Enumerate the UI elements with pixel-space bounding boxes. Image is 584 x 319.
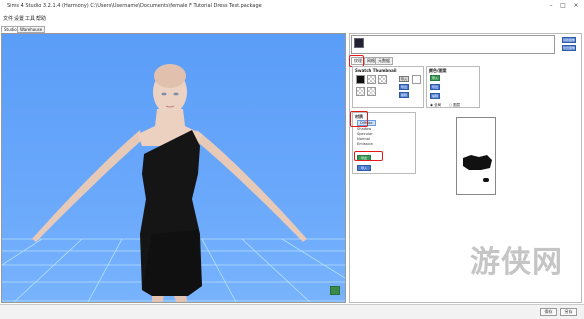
minimize-icon[interactable]: – [546, 1, 556, 10]
variant-edit-button[interactable]: 编辑 [430, 93, 440, 99]
highlight-materials-title [350, 111, 368, 127]
maximize-icon[interactable]: □ [558, 1, 568, 10]
swatch-transparent-2[interactable] [378, 75, 387, 84]
thumbnail-preview [351, 35, 555, 54]
replace-image-button[interactable]: 替换图像 [562, 37, 576, 43]
status-bar: 保存 另存 [0, 304, 584, 319]
swatch-export-button[interactable]: 导出 [399, 84, 409, 90]
menu-help[interactable]: 帮助 [36, 15, 46, 22]
close-icon[interactable]: × [571, 1, 581, 10]
tab-warehouse[interactable]: Warehouse [17, 26, 46, 33]
swatch-transparent-3[interactable] [356, 87, 365, 96]
highlight-export-button [354, 151, 383, 161]
thumbnail-image [354, 38, 364, 48]
window-title: Sims 4 Studio 3.2.1.4 (Harmony) C:\Users… [7, 3, 262, 9]
menu-bar: 文件 设置 工具 帮助 [0, 14, 584, 22]
title-bar: Sims 4 Studio 3.2.1.4 (Harmony) C:\Users… [0, 0, 584, 12]
material-normal[interactable]: Normal [357, 137, 370, 141]
variant-title: 颜色/图案 [429, 68, 447, 73]
viewport-toggle-button[interactable] [330, 286, 340, 295]
export-image-button[interactable]: 导出图像 [562, 45, 576, 51]
swatch-black[interactable] [356, 75, 365, 84]
material-specular[interactable]: Specular [357, 132, 373, 136]
radio-global[interactable]: ◉ 全局 [430, 103, 441, 108]
watermark-logo: 游侠网 [470, 245, 563, 280]
swatch-edit-button[interactable]: 编辑 [399, 92, 409, 98]
variant-group: 颜色/图案 导入 导出 编辑 ◉ 全局 ○ 图层 [426, 66, 480, 108]
swatch-thumbnail-group: Swatch Thumbnail 导入 导出 编辑 [352, 66, 424, 108]
main-tabs: Studio Warehouse [0, 26, 345, 33]
swatch-white[interactable] [412, 75, 421, 84]
variant-import-button[interactable]: 导入 [430, 75, 440, 81]
swatch-import-button[interactable]: 导入 [399, 76, 409, 82]
swatch-transparent-4[interactable] [367, 87, 376, 96]
texture-preview-image [463, 155, 492, 182]
radio-global-label: 全局 [434, 103, 442, 107]
variant-export-button[interactable]: 导出 [430, 84, 440, 90]
menu-tools[interactable]: 工具 [25, 15, 35, 22]
material-import-button[interactable]: 导入 [357, 165, 371, 171]
texture-preview [456, 117, 496, 195]
radio-layer[interactable]: ○ 图层 [449, 103, 460, 108]
avatar-model [32, 64, 307, 302]
viewport-scene [2, 64, 345, 302]
material-shadow[interactable]: Shadow [357, 127, 371, 131]
radio-layer-label: 图层 [453, 103, 461, 107]
save-button[interactable]: 保存 [540, 308, 557, 316]
swatch-transparent-1[interactable] [367, 75, 376, 84]
tab-metadata[interactable]: 元数据 [375, 57, 393, 65]
swatch-title: Swatch Thumbnail [355, 68, 397, 73]
save-as-button[interactable]: 另存 [560, 308, 577, 316]
model-viewport[interactable] [1, 33, 346, 303]
menu-settings[interactable]: 设置 [14, 15, 24, 22]
menu-file[interactable]: 文件 [3, 15, 13, 22]
material-emission[interactable]: Emission [357, 142, 373, 146]
